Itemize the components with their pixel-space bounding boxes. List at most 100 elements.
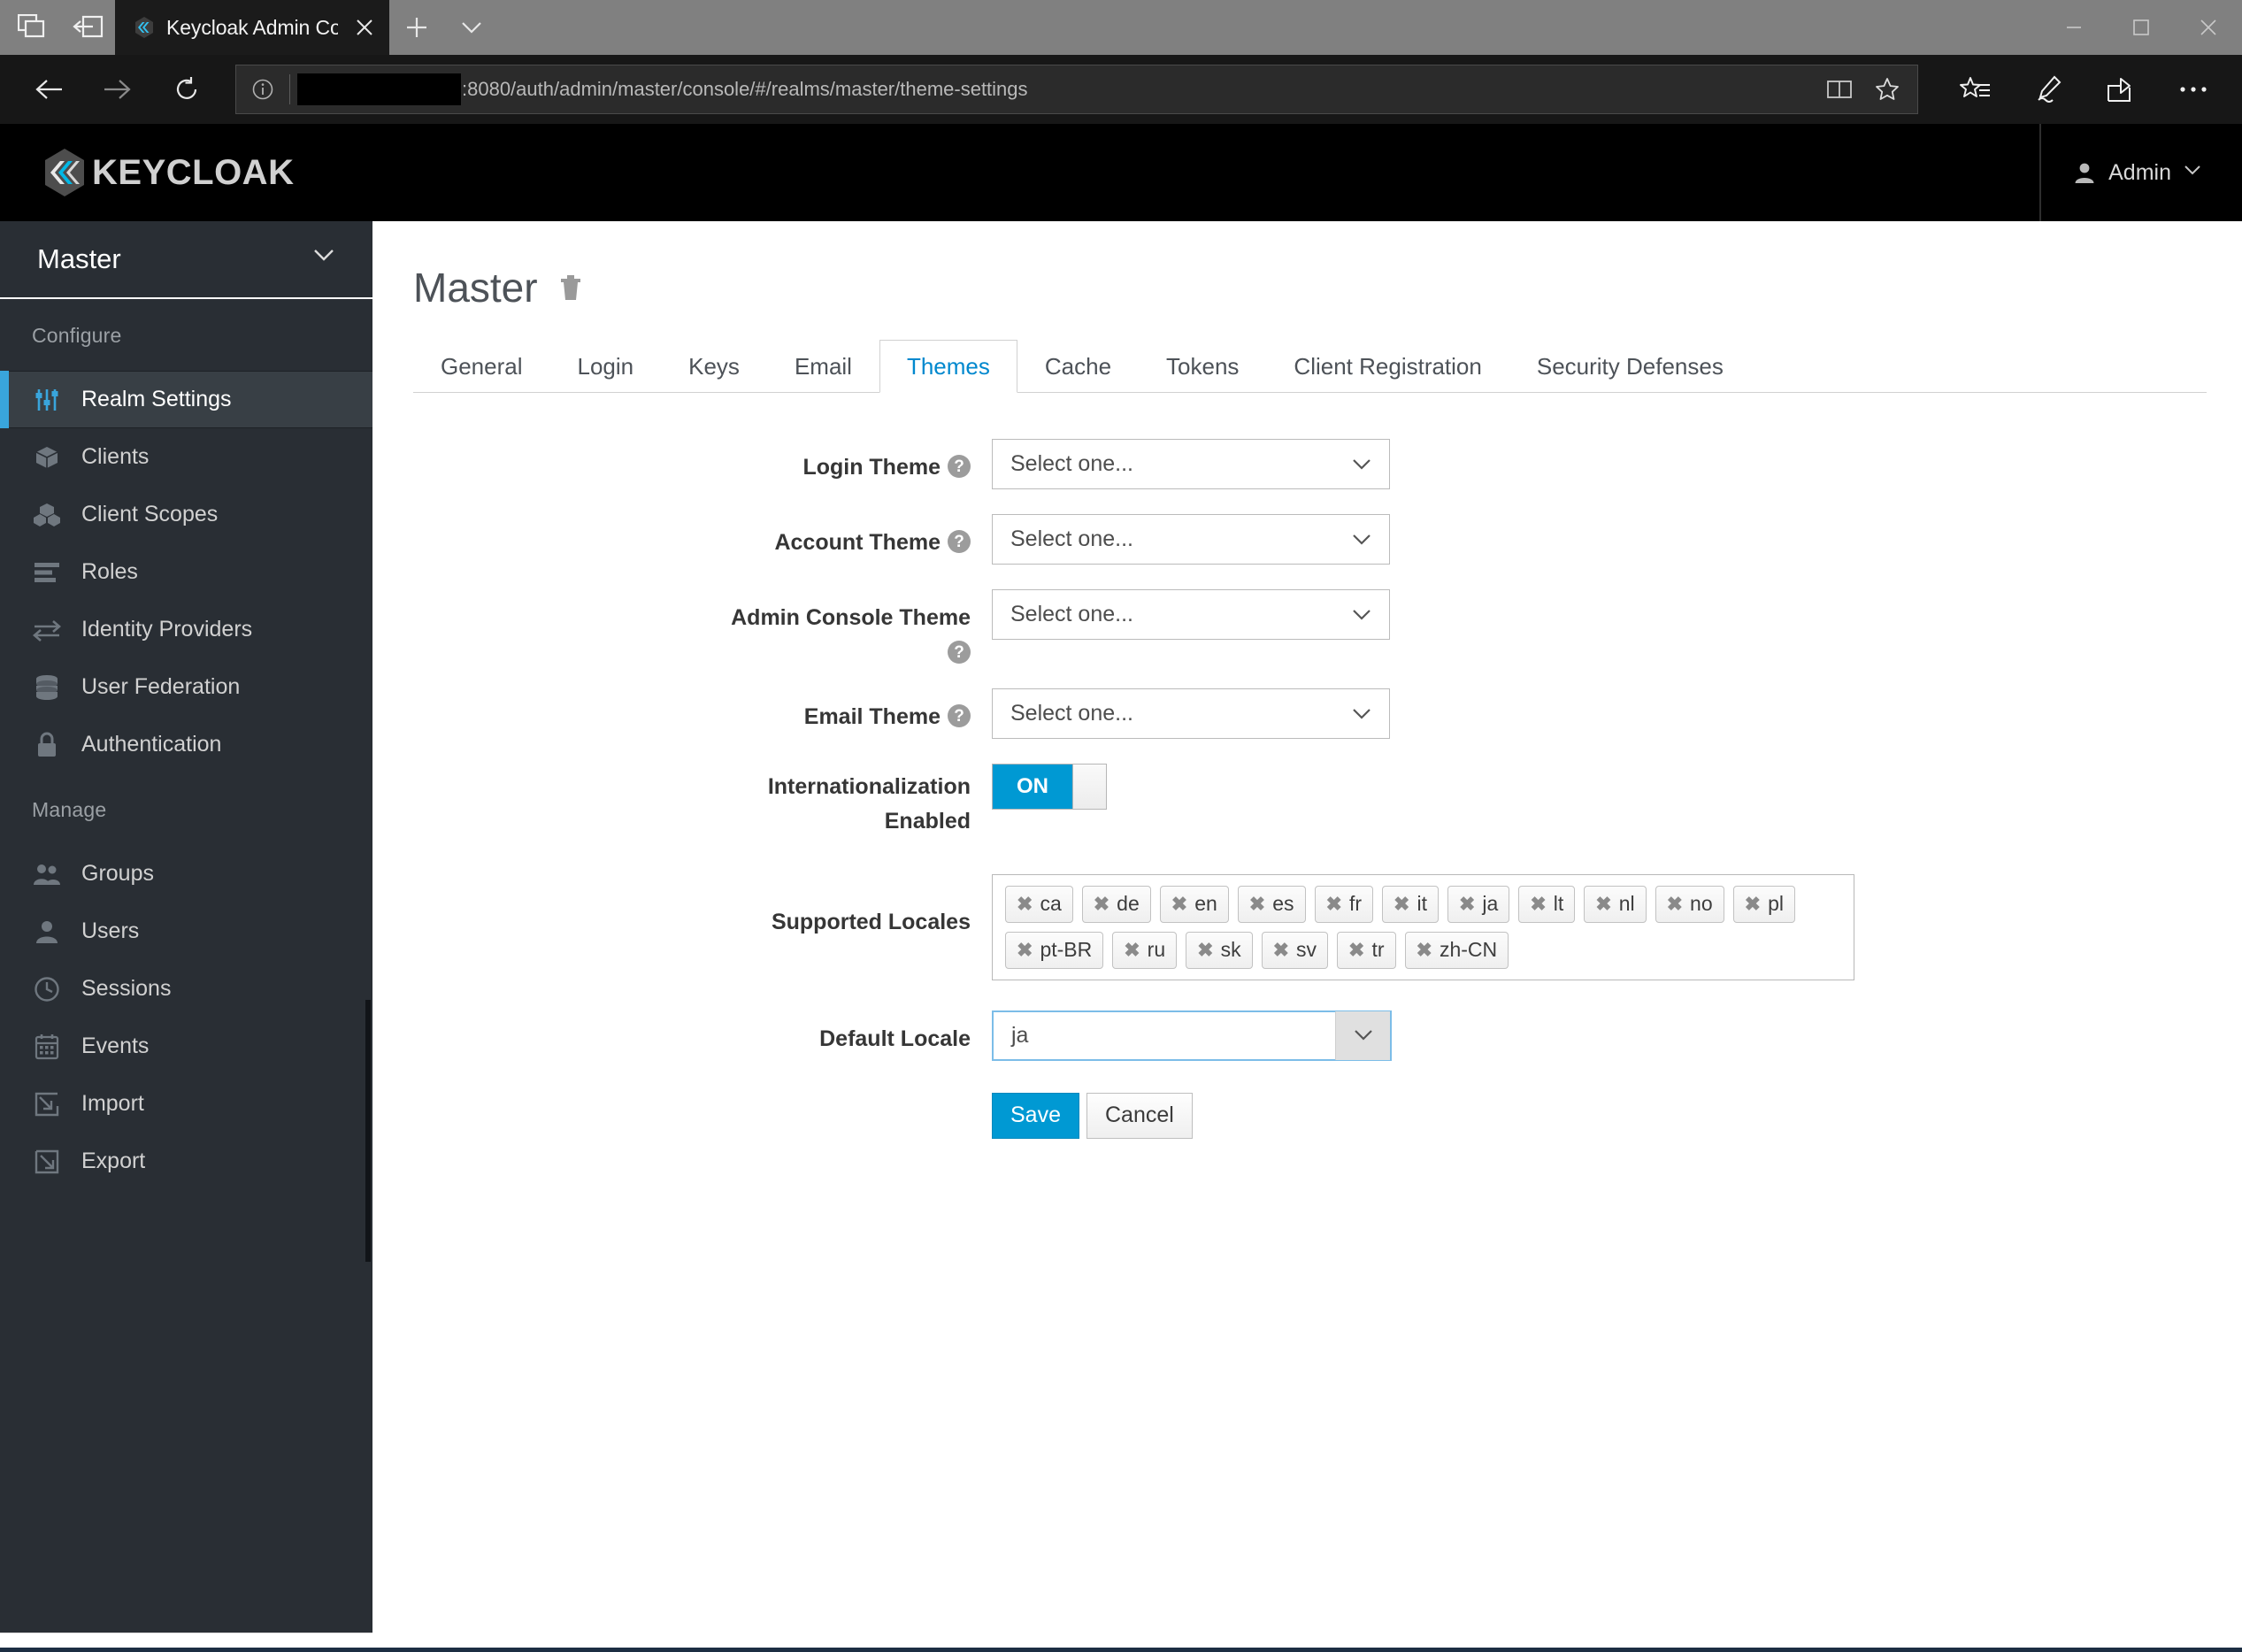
tab-general[interactable]: General — [413, 340, 550, 393]
info-icon[interactable] — [243, 78, 282, 101]
question-mark-icon[interactable]: ? — [948, 641, 971, 665]
locale-tag[interactable]: ✖ nl — [1584, 885, 1647, 923]
user-menu[interactable]: Admin — [2039, 124, 2242, 221]
tab-login[interactable]: Login — [550, 340, 662, 393]
locale-tag[interactable]: ✖ fr — [1314, 885, 1374, 923]
remove-locale-icon[interactable]: ✖ — [1171, 894, 1187, 914]
remove-locale-icon[interactable]: ✖ — [1595, 894, 1611, 914]
form-row-internationalization: Internationalization Enabled ON — [372, 764, 2242, 837]
question-mark-icon[interactable]: ? — [948, 455, 971, 478]
sidebar-item-clients[interactable]: Clients — [0, 428, 372, 486]
maximize-button[interactable] — [2108, 0, 2175, 55]
remove-locale-icon[interactable]: ✖ — [1530, 894, 1546, 914]
refresh-icon[interactable] — [154, 57, 219, 122]
question-mark-icon[interactable]: ? — [948, 704, 971, 728]
sidebar-item-realm-settings[interactable]: Realm Settings — [0, 371, 372, 428]
back-arrow-icon[interactable] — [16, 57, 81, 122]
remove-locale-icon[interactable]: ✖ — [1745, 894, 1761, 914]
remove-locale-icon[interactable]: ✖ — [1459, 894, 1475, 914]
remove-locale-icon[interactable]: ✖ — [1017, 894, 1033, 914]
internationalization-toggle[interactable]: ON — [992, 764, 1107, 811]
set-aside-tabs-icon[interactable] — [60, 0, 115, 55]
remove-locale-icon[interactable]: ✖ — [1017, 940, 1033, 960]
forward-arrow-icon[interactable] — [85, 57, 150, 122]
locale-tag[interactable]: ✖ it — [1382, 885, 1439, 923]
reading-view-icon[interactable] — [1816, 66, 1862, 112]
supported-locales-tag-box[interactable]: ✖ ca ✖ de ✖ en ✖ es ✖ fr ✖ it ✖ ja ✖ lt ✖ nl ✖ no ✖ pl ✖ pt-BR ✖… — [992, 873, 1854, 980]
cubes-icon — [32, 500, 62, 530]
star-icon[interactable] — [1864, 66, 1910, 112]
sidebar-item-identity-providers[interactable]: Identity Providers — [0, 601, 372, 658]
sidebar-item-authentication[interactable]: Authentication — [0, 716, 372, 773]
locale-tag[interactable]: ✖ zh-CN — [1404, 931, 1509, 969]
tab-client-registration[interactable]: Client Registration — [1266, 340, 1509, 393]
more-menu-icon[interactable] — [2161, 57, 2226, 122]
web-note-pen-icon[interactable] — [2015, 57, 2081, 122]
admin-console-theme-select[interactable]: Select one... — [992, 589, 1390, 640]
tab-tokens[interactable]: Tokens — [1139, 340, 1266, 393]
remove-locale-icon[interactable]: ✖ — [1094, 894, 1109, 914]
sidebar-item-label: Events — [81, 1033, 150, 1058]
remove-locale-icon[interactable]: ✖ — [1394, 894, 1409, 914]
share-icon[interactable] — [2088, 57, 2154, 122]
keycloak-logo[interactable]: KEYCLOAK — [0, 147, 294, 198]
chevron-down-icon[interactable] — [444, 0, 499, 55]
tab-keys[interactable]: Keys — [661, 340, 767, 393]
remove-locale-icon[interactable]: ✖ — [1417, 940, 1432, 960]
realm-selector[interactable]: Master — [0, 221, 372, 299]
browser-tab[interactable]: Keycloak Admin Consol — [115, 0, 389, 55]
locale-tag[interactable]: ✖ tr — [1337, 931, 1396, 969]
locale-tag[interactable]: ✖ lt — [1518, 885, 1576, 923]
minimize-button[interactable] — [2040, 0, 2108, 55]
locale-tag[interactable]: ✖ es — [1237, 885, 1306, 923]
locale-tag[interactable]: ✖ sk — [1186, 931, 1253, 969]
sidebar-item-roles[interactable]: Roles — [0, 543, 372, 601]
locale-tag[interactable]: ✖ ja — [1447, 885, 1510, 923]
new-tab-button[interactable] — [389, 0, 444, 55]
remove-locale-icon[interactable]: ✖ — [1326, 894, 1342, 914]
locale-tag[interactable]: ✖ ru — [1112, 931, 1178, 969]
tab-cache[interactable]: Cache — [1017, 340, 1139, 393]
address-bar[interactable]: :8080/auth/admin/master/console/#/realms… — [235, 65, 1918, 114]
tab-security-defenses[interactable]: Security Defenses — [1509, 340, 1751, 393]
account-theme-select[interactable]: Select one... — [992, 514, 1390, 565]
url-divider — [289, 74, 290, 104]
remove-locale-icon[interactable]: ✖ — [1667, 894, 1683, 914]
close-icon[interactable] — [349, 12, 380, 43]
sidebar-item-client-scopes[interactable]: Client Scopes — [0, 486, 372, 543]
locale-tag[interactable]: ✖ de — [1081, 885, 1151, 923]
sidebar-item-user-federation[interactable]: User Federation — [0, 658, 372, 716]
sidebar-item-sessions[interactable]: Sessions — [0, 960, 372, 1018]
remove-locale-icon[interactable]: ✖ — [1124, 940, 1140, 960]
tab-email[interactable]: Email — [767, 340, 879, 393]
remove-locale-icon[interactable]: ✖ — [1273, 940, 1289, 960]
locale-tag[interactable]: ✖ en — [1159, 885, 1229, 923]
default-locale-select[interactable]: ja — [992, 1010, 1392, 1061]
save-button[interactable]: Save — [992, 1092, 1079, 1139]
cancel-button[interactable]: Cancel — [1086, 1092, 1193, 1139]
remove-locale-icon[interactable]: ✖ — [1249, 894, 1265, 914]
sidebar-item-import[interactable]: Import — [0, 1075, 372, 1133]
tab-preview-icon[interactable] — [5, 0, 60, 55]
sidebar-item-events[interactable]: Events — [0, 1018, 372, 1075]
question-mark-icon[interactable]: ? — [948, 530, 971, 553]
account-theme-control: Select one... — [992, 514, 1390, 565]
form-row-login-theme: Login Theme ? Select one... — [372, 439, 2242, 489]
email-theme-select[interactable]: Select one... — [992, 688, 1390, 740]
locale-tag[interactable]: ✖ sv — [1261, 931, 1328, 969]
locale-tag[interactable]: ✖ pt-BR — [1005, 931, 1104, 969]
login-theme-select[interactable]: Select one... — [992, 439, 1390, 489]
locale-tag[interactable]: ✖ ca — [1005, 885, 1073, 923]
trash-icon[interactable] — [557, 273, 584, 303]
sidebar-item-groups[interactable]: Groups — [0, 845, 372, 903]
locale-tag[interactable]: ✖ pl — [1732, 885, 1795, 923]
remove-locale-icon[interactable]: ✖ — [1348, 940, 1364, 960]
close-window-button[interactable] — [2175, 0, 2242, 55]
sidebar-scrollbar[interactable] — [365, 1000, 371, 1262]
tab-themes[interactable]: Themes — [879, 340, 1017, 393]
locale-tag[interactable]: ✖ no — [1655, 885, 1724, 923]
remove-locale-icon[interactable]: ✖ — [1197, 940, 1213, 960]
sidebar-item-users[interactable]: Users — [0, 903, 372, 960]
favorites-hub-icon[interactable] — [1943, 57, 2008, 122]
sidebar-item-export[interactable]: Export — [0, 1133, 372, 1190]
